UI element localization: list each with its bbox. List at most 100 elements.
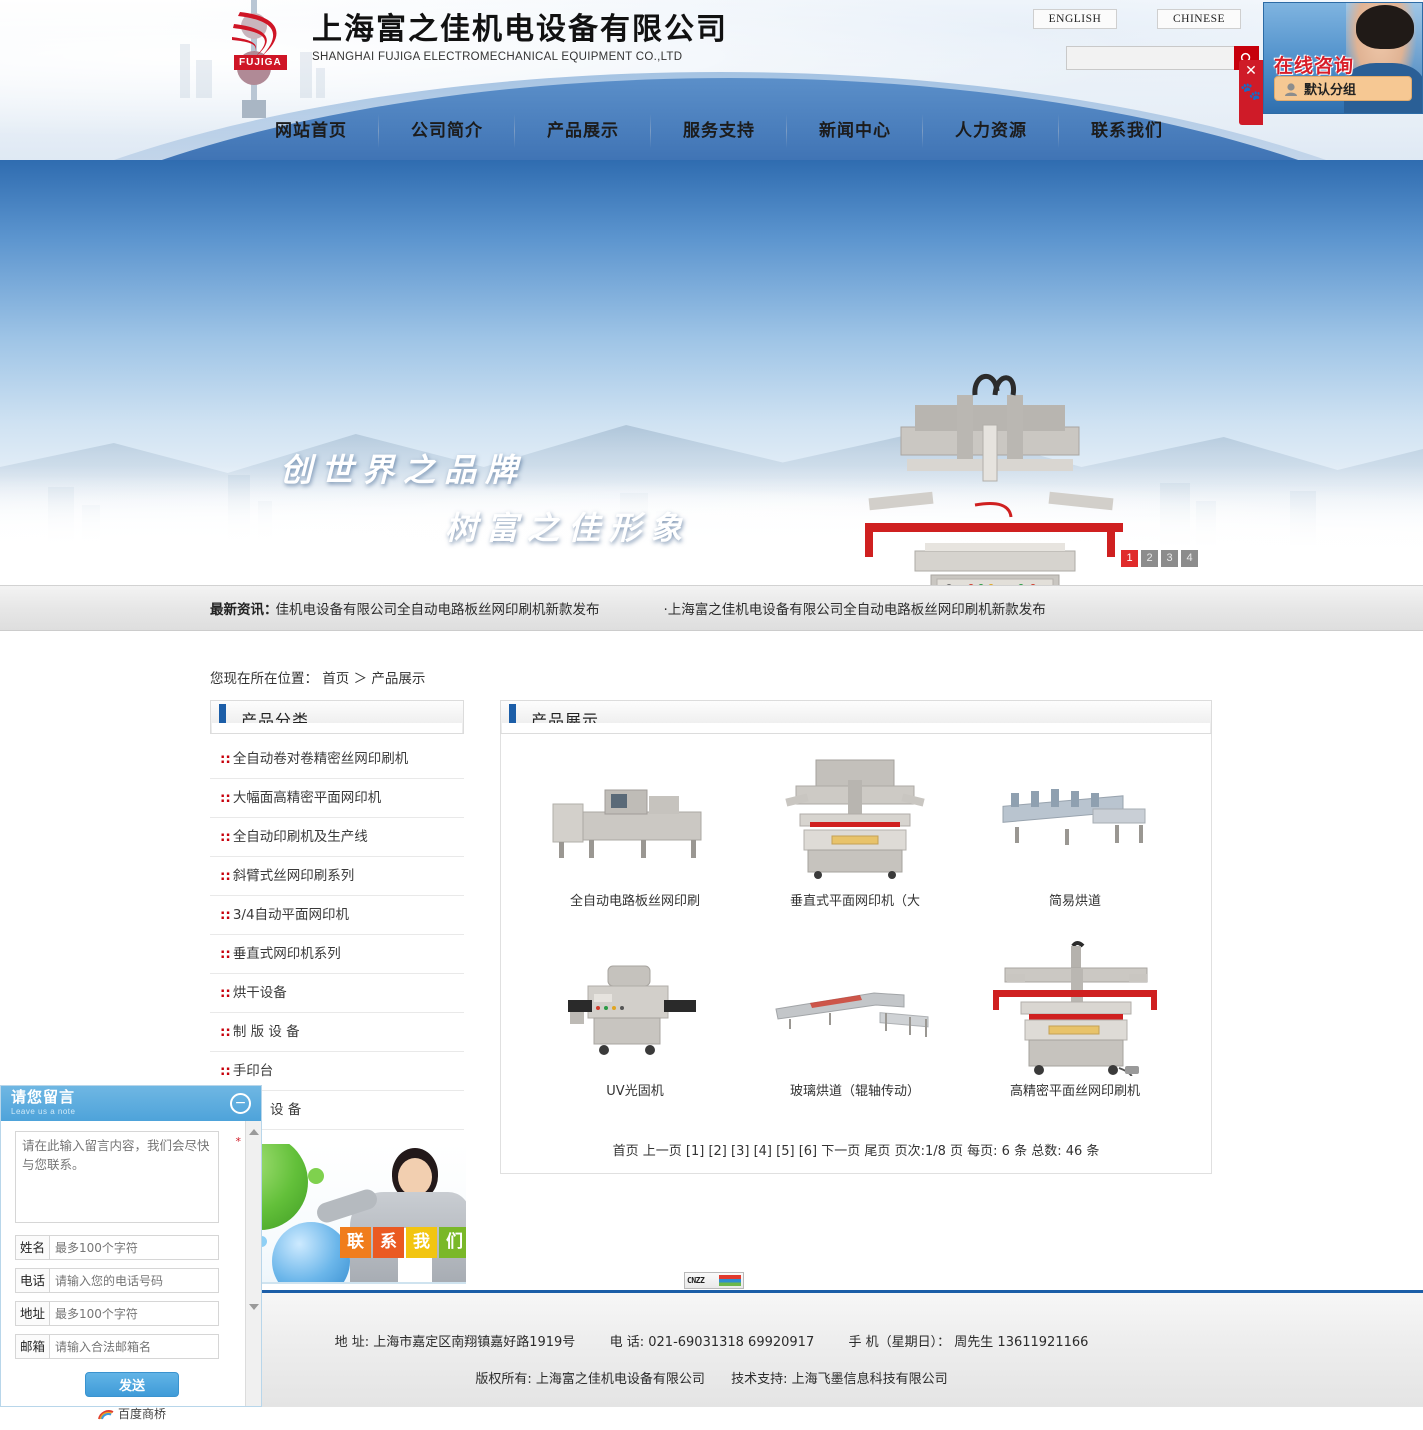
site-header: FUJIGA 上海富之佳机电设备有限公司 SHANGHAI FUJIGA ELE… [0,0,1423,160]
category-item-6[interactable]: :: 烘干设备 [210,974,464,1013]
contact-word-4: 们 [439,1227,466,1258]
baidu-paw-icon: 🐾 [1240,82,1262,101]
scroll-down-icon[interactable] [249,1304,259,1310]
breadcrumb-current[interactable]: 产品展示 [371,671,425,687]
category-label: 制 版 设 备 [232,1024,300,1040]
product-name-5: 高精密平面丝网印刷机 [1009,1084,1140,1099]
breadcrumb-home-link[interactable]: 首页 [322,671,349,687]
footer-copyright: 上海富之佳机电设备有限公司 [535,1372,705,1387]
pager-per-page: 每页: 6 条 [967,1144,1028,1159]
machine-line-icon [552,789,702,858]
note-brand-label: 百度商桥 [117,1407,166,1421]
note-widget-subtitle: Leave us a note [11,1106,76,1116]
pager-first[interactable]: 首页 [613,1144,639,1159]
product-card-4[interactable]: 玻璃烘道（辊轴传动） [745,940,965,1130]
language-switcher: ENGLISH CHINESE [1033,9,1241,29]
slider-dot-3[interactable]: 3 [1161,550,1178,567]
products-panel-header: 产品展示 [500,700,1212,734]
products-body: 全自动电路板丝网印刷 垂直式平面网印机（大 简易烘道 UV光固机 玻璃烘道（辊轴… [500,734,1212,1174]
pager-next[interactable]: 下一页 [821,1144,860,1159]
category-item-4[interactable]: :: 3/4自动平面网印机 [210,896,464,935]
agent-hair [1356,5,1414,49]
products-grid: 全自动电路板丝网印刷 垂直式平面网印机（大 简易烘道 UV光固机 玻璃烘道（辊轴… [501,750,1211,1130]
lang-chinese-button[interactable]: CHINESE [1157,9,1241,29]
note-phone-label: 电话 [15,1268,49,1293]
company-name-cn: 上海富之佳机电设备有限公司 [312,11,728,47]
product-image-4 [760,940,950,1076]
search-input[interactable] [1066,46,1234,70]
contact-word-1: 联 [340,1227,371,1258]
note-address-input[interactable] [49,1301,219,1326]
slider-dot-4[interactable]: 4 [1181,550,1198,567]
consult-close-button[interactable]: ✕ 🐾 [1239,60,1263,125]
pager-page-4[interactable]: [4] [754,1144,772,1159]
cnzz-analytics-badge[interactable]: CNZZ [684,1272,744,1289]
product-card-1[interactable]: 垂直式平面网印机（大 [745,750,965,940]
contact-word-2: 系 [373,1227,404,1258]
pager-prev[interactable]: 上一页 [643,1144,682,1159]
pager-page-1[interactable]: [1] [686,1144,704,1159]
blue-envelope-circle [272,1222,350,1282]
news-ticker-item-2[interactable]: ·上海富之佳机电设备有限公司全自动电路板丝网印刷机新款发布 [664,598,1046,618]
note-field-phone: 电话 [15,1268,219,1293]
pager-page-3[interactable]: [3] [731,1144,749,1159]
machine-glass-dryer-icon [775,992,929,1037]
slider-dot-1[interactable]: 1 [1121,550,1138,567]
bullet-icon: :: [220,1063,231,1079]
nav-item-home[interactable]: 网站首页 [243,110,379,152]
minimize-icon[interactable]: − [230,1093,251,1114]
product-name-1: 垂直式平面网印机（大 [789,894,920,909]
category-item-0[interactable]: :: 全自动卷对卷精密丝网印刷机 [210,740,464,779]
headset-agent-icon [1285,82,1297,96]
product-card-5[interactable]: 高精密平面丝网印刷机 [965,940,1185,1130]
products-pagination: 首页 上一页 [1] [2] [3] [4] [5] [6] 下一页 尾页 页次… [501,1140,1211,1159]
close-icon: ✕ [1245,62,1257,78]
contact-us-banner[interactable]: 联 系 我 们 [248,1144,466,1284]
category-item-5[interactable]: :: 垂直式网印机系列 [210,935,464,974]
news-ticker-item-1[interactable]: 佳机电设备有限公司全自动电路板丝网印刷机新款发布 [276,598,600,618]
consult-default-group-button[interactable]: 默认分组 [1274,76,1412,101]
pager-page-5[interactable]: [5] [776,1144,794,1159]
note-name-label: 姓名 [15,1235,49,1260]
category-item-2[interactable]: :: 全自动印刷机及生产线 [210,818,464,857]
nav-item-products[interactable]: 产品展示 [515,110,651,152]
nav-item-service[interactable]: 服务支持 [651,110,787,152]
nav-item-about[interactable]: 公司简介 [379,110,515,152]
breadcrumb: 您现在所在位置： 首页 ＞ 产品展示 [210,667,425,687]
category-label: 垂直式网印机系列 [232,946,341,962]
product-card-2[interactable]: 简易烘道 [965,750,1185,940]
product-image-5 [980,940,1170,1076]
product-card-3[interactable]: UV光固机 [525,940,745,1130]
scroll-up-icon[interactable] [249,1129,259,1135]
nav-item-news[interactable]: 新闻中心 [787,110,923,152]
pager-page-6[interactable]: [6] [799,1144,817,1159]
note-name-input[interactable] [49,1235,219,1260]
note-message-textarea[interactable] [15,1131,219,1223]
news-ticker-label: 最新资讯： [210,602,278,618]
category-item-7[interactable]: :: 制 版 设 备 [210,1013,464,1052]
online-consult-widget[interactable]: 在线咨询 默认分组 [1263,2,1423,114]
note-email-input[interactable] [49,1334,219,1359]
footer-copyright-label: 版权所有: [475,1372,532,1387]
category-item-1[interactable]: :: 大幅面高精密平面网印机 [210,779,464,818]
note-send-button[interactable]: 发送 [85,1372,179,1397]
pager-page-2[interactable]: [2] [708,1144,726,1159]
pager-last[interactable]: 尾页 [864,1144,890,1159]
nav-item-contact[interactable]: 联系我们 [1059,110,1195,152]
slider-dot-2[interactable]: 2 [1141,550,1158,567]
footer-address-label: 地 址: [334,1335,370,1350]
site-logo[interactable]: FUJIGA 上海富之佳机电设备有限公司 SHANGHAI FUJIGA ELE… [232,10,728,70]
bullet-icon: :: [220,1024,231,1040]
note-widget-scrollbar[interactable] [245,1121,261,1406]
footer-support[interactable]: 上海飞墨信息科技有限公司 [792,1372,948,1387]
bullet-icon: :: [220,868,231,884]
nav-item-hr[interactable]: 人力资源 [923,110,1059,152]
products-panel: 产品展示 全自动电路板丝网印刷 垂直式平面网印机（大 简易烘道 UV光固机 玻璃… [500,700,1212,1174]
category-label: 3/4自动平面网印机 [232,907,350,923]
category-item-3[interactable]: :: 斜臂式丝网印刷系列 [210,857,464,896]
product-card-0[interactable]: 全自动电路板丝网印刷 [525,750,745,940]
logo-badge: FUJIGA [234,55,287,70]
lang-english-button[interactable]: ENGLISH [1033,9,1117,29]
bullet-icon: :: [220,985,231,1001]
note-phone-input[interactable] [49,1268,219,1293]
